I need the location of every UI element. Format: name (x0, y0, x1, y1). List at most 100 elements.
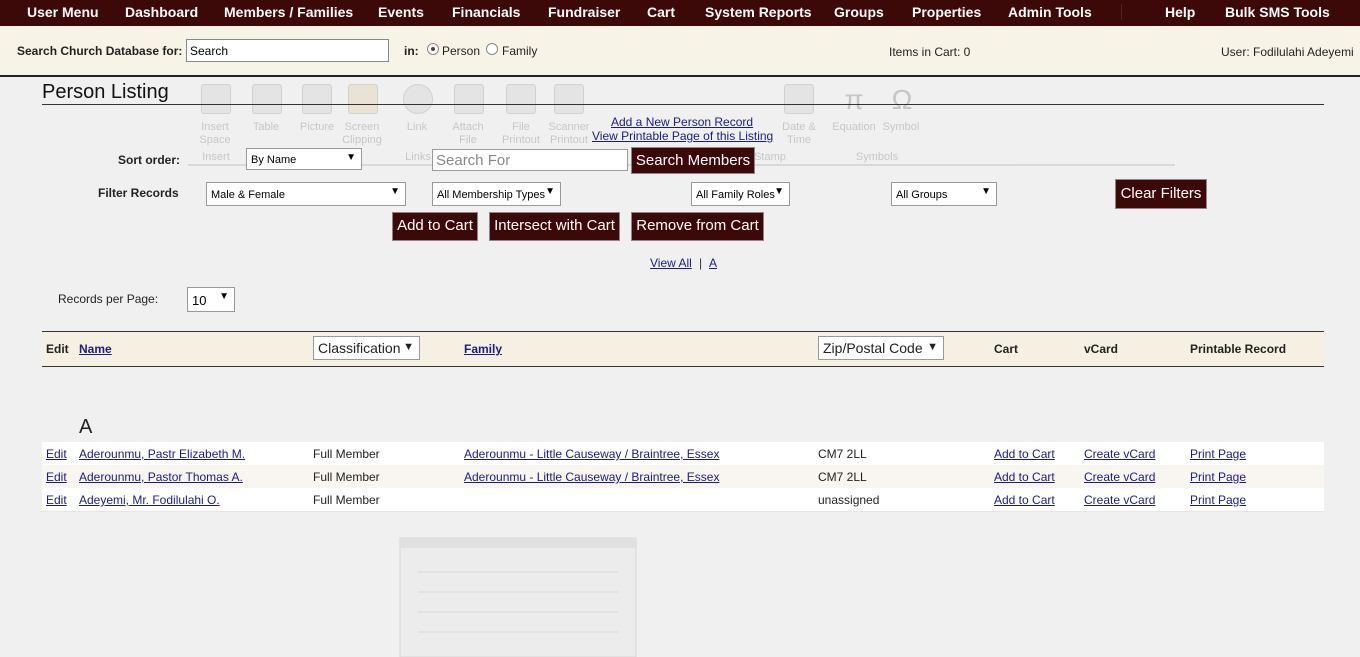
records-per-page-select[interactable]: 10 ▼ (187, 287, 235, 312)
link-icon (403, 84, 433, 114)
printable-page-link[interactable]: View Printable Page of this Listing (592, 129, 773, 143)
nav-financials[interactable]: Financials (452, 4, 520, 20)
ghost-label: Table (252, 121, 280, 133)
symbol-icon: Ω (891, 84, 913, 115)
add-to-cart-link[interactable]: Add to Cart (994, 493, 1055, 507)
zip-cell: CM7 2LL (818, 447, 867, 461)
classification-sort-select[interactable]: Classification ▼ (313, 336, 420, 360)
family-roles-filter-select[interactable]: All Family Roles ▼ (691, 182, 790, 206)
create-vcard-link[interactable]: Create vCard (1084, 493, 1155, 507)
ghost-label: Symbol (882, 121, 920, 133)
groups-filter-select[interactable]: All Groups ▼ (891, 182, 997, 206)
family-radio[interactable] (486, 43, 498, 55)
intersect-with-cart-button[interactable]: Intersect with Cart (489, 212, 620, 241)
header-edit: Edit (46, 342, 69, 356)
add-person-link[interactable]: Add a New Person Record (611, 115, 753, 129)
print-page-link[interactable]: Print Page (1190, 493, 1246, 507)
insert-space-icon (201, 84, 231, 114)
classification-cell: Full Member (313, 447, 380, 461)
add-to-cart-link[interactable]: Add to Cart (994, 447, 1055, 461)
nav-cart[interactable]: Cart (647, 4, 675, 20)
member-search-input[interactable]: Search For (432, 149, 628, 171)
edit-link[interactable]: Edit (46, 470, 67, 484)
header-name-sort-link[interactable]: Name (79, 342, 112, 356)
nav-events[interactable]: Events (378, 4, 424, 20)
create-vcard-link[interactable]: Create vCard (1084, 447, 1155, 461)
nav-groups[interactable]: Groups (834, 4, 884, 20)
chevron-down-icon: ▼ (346, 152, 356, 163)
person-radio[interactable] (427, 43, 439, 55)
print-page-link[interactable]: Print Page (1190, 470, 1246, 484)
nav-user-menu[interactable]: User Menu (27, 4, 99, 20)
search-bar: Search Church Database for: in: Person F… (0, 26, 1360, 77)
ghost-label: Attach File (452, 121, 484, 146)
ghost-label: Date & Time (782, 121, 816, 146)
title-divider (42, 104, 1324, 105)
membership-filter-select[interactable]: All Membership Types ▼ (432, 182, 561, 206)
header-vcard: vCard (1084, 342, 1119, 356)
nav-fundraiser[interactable]: Fundraiser (548, 4, 620, 20)
current-user: User: Fodilulahi Adeyemi (1221, 45, 1354, 59)
ghost-group: Symbols (855, 151, 899, 163)
chevron-down-icon: ▼ (774, 186, 784, 197)
person-radio-label: Person (442, 44, 481, 58)
filter-records-label: Filter Records (98, 186, 179, 200)
ghost-label: Picture (299, 121, 335, 133)
ghost-label: Screen Clipping (342, 121, 382, 146)
header-family-sort-link[interactable]: Family (464, 342, 502, 356)
add-to-cart-link[interactable]: Add to Cart (994, 470, 1055, 484)
gender-filter-select[interactable]: Male & Female ▼ (206, 182, 406, 206)
nav-admin-tools[interactable]: Admin Tools (1008, 4, 1092, 20)
search-label: Search Church Database for: (17, 44, 183, 58)
classification-cell: Full Member (313, 493, 380, 507)
zip-cell: CM7 2LL (818, 470, 867, 484)
top-nav: User Menu Dashboard Members / Families E… (0, 0, 1360, 26)
nav-bulk-sms-tools[interactable]: Bulk SMS Tools (1225, 4, 1330, 20)
page-title: Person Listing (42, 81, 169, 103)
nav-properties[interactable]: Properties (912, 4, 981, 20)
classification-cell: Full Member (313, 470, 380, 484)
nav-divider (1121, 4, 1122, 20)
attach-file-icon (454, 84, 484, 114)
classification-header-label: Classification (318, 340, 401, 356)
edit-link[interactable]: Edit (46, 493, 67, 507)
nav-members-families[interactable]: Members / Families (224, 4, 353, 20)
search-in-label: in: (404, 44, 419, 58)
person-name-link[interactable]: Aderounmu, Pastr Elizabeth M. (79, 447, 245, 461)
ghost-label: Scanner Printout (548, 121, 590, 146)
screen-clipping-icon (348, 84, 378, 114)
nav-dashboard[interactable]: Dashboard (125, 4, 198, 20)
table-header: Edit Name Classification ▼ Family Zip/Pos… (42, 331, 1324, 367)
edit-link[interactable]: Edit (46, 447, 67, 461)
search-input[interactable] (186, 39, 389, 62)
chevron-down-icon: ▼ (403, 341, 414, 353)
chevron-down-icon: ▼ (219, 291, 229, 302)
clear-filters-button[interactable]: Clear Filters (1115, 179, 1207, 209)
ghost-group: Insert (202, 151, 230, 163)
chevron-down-icon: ▼ (390, 186, 400, 197)
ghost-label: Equation (832, 121, 876, 133)
zip-sort-select[interactable]: Zip/Postal Code ▼ (818, 336, 944, 360)
chevron-down-icon: ▼ (545, 186, 555, 197)
person-name-link[interactable]: Adeyemi, Mr. Fodilulahi O. (79, 493, 220, 507)
create-vcard-link[interactable]: Create vCard (1084, 470, 1155, 484)
add-to-cart-button[interactable]: Add to Cart (392, 212, 478, 241)
date-time-icon (784, 84, 814, 114)
family-roles-filter-value: All Family Roles (696, 189, 775, 201)
family-link[interactable]: Aderounmu - Little Causeway / Braintree,… (464, 470, 719, 484)
person-name-link[interactable]: Aderounmu, Pastor Thomas A. (79, 470, 243, 484)
table-row: Edit Aderounmu, Pastr Elizabeth M. Full … (42, 442, 1324, 466)
print-page-link[interactable]: Print Page (1190, 447, 1246, 461)
nav-system-reports[interactable]: System Reports (705, 4, 812, 20)
family-link[interactable]: Aderounmu - Little Causeway / Braintree,… (464, 447, 719, 461)
records-per-page-value: 10 (192, 293, 207, 308)
nav-help[interactable]: Help (1165, 4, 1195, 20)
ghost-screenshot-thumbnail (399, 537, 637, 657)
gender-filter-value: Male & Female (211, 189, 285, 201)
search-members-button[interactable]: Search Members (631, 147, 755, 174)
remove-from-cart-button[interactable]: Remove from Cart (631, 212, 764, 241)
sort-order-select[interactable]: By Name ▼ (246, 148, 362, 170)
zip-header-label: Zip/Postal Code (823, 340, 923, 356)
letter-a-link[interactable]: A (709, 256, 717, 270)
view-all-link[interactable]: View All (650, 256, 692, 270)
